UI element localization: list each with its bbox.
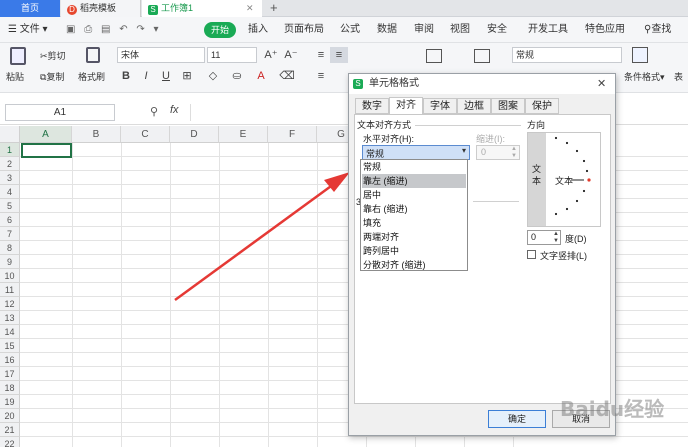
direction-label: 方向 (527, 120, 546, 130)
dialog-tab-5[interactable]: 保护 (525, 98, 559, 114)
indent-spinner[interactable]: 0 ▲ ▼ (476, 145, 520, 160)
wps-spreadsheet-window: 首页 D 稻壳模板 S 工作簿1 ✕ + ☰ 文件 ▾ ▣ ⎙ ▤ ↶ ↷ ▾ 开始 … (0, 0, 688, 447)
horizontal-align-dropdown: 常规 靠左 (缩进) 居中 靠右 (缩进) 填充 两端对齐 跨列居中 分散对齐 (缩进) (360, 159, 468, 271)
horizontal-align-label: 水平对齐(H): (363, 134, 414, 144)
degrees-value: 0 (531, 232, 537, 242)
orientation-text: 文本 (555, 176, 574, 186)
indent-label: 缩进(I): (476, 134, 505, 144)
dialog-title: 单元格格式 (369, 78, 419, 89)
dialog-title-bar: S 单元格格式 ✕ (349, 74, 615, 94)
dropdown-option[interactable]: 两端对齐 (362, 230, 466, 244)
dropdown-option[interactable]: 靠左 (缩进) (362, 174, 466, 188)
ok-button[interactable]: 确定 (488, 410, 546, 428)
vertical-text-label: 文本 (532, 164, 542, 186)
vertical-stack-label: 文字竖排(L) (540, 251, 587, 261)
dropdown-option[interactable]: 跨列居中 (362, 244, 466, 258)
dropdown-option[interactable]: 靠右 (缩进) (362, 202, 466, 216)
dialog-app-icon: S (353, 79, 363, 89)
dialog-tab-1[interactable]: 对齐 (389, 97, 423, 115)
section-divider (415, 125, 521, 126)
section-divider-2 (473, 201, 519, 202)
dialog-close-icon[interactable]: ✕ (597, 74, 606, 94)
dialog-tab-3[interactable]: 边框 (457, 98, 491, 114)
dropdown-option[interactable]: 填充 (362, 216, 466, 230)
dialog-tab-4[interactable]: 图案 (491, 98, 525, 114)
spinner-arrows-icon: ▲ ▼ (553, 231, 559, 244)
baidu-watermark: Baidu经验 (560, 397, 665, 421)
degrees-label: 度(D) (565, 234, 587, 244)
degrees-spinner[interactable]: 0 ▲ ▼ (527, 230, 561, 245)
dialog-tab-2[interactable]: 字体 (423, 98, 457, 114)
horizontal-align-select[interactable]: 常规 ▾ (362, 145, 470, 160)
vertical-stack-checkbox[interactable] (527, 250, 536, 259)
dropdown-option[interactable]: 居中 (362, 188, 466, 202)
orientation-box[interactable]: 文本 文本 (527, 132, 601, 227)
vertical-text-button[interactable]: 文本 (528, 133, 546, 226)
dropdown-option[interactable]: 分散对齐 (缩进) (362, 258, 466, 272)
chevron-down-icon: ▾ (461, 146, 466, 155)
spinner-arrows-icon: ▲ ▼ (511, 146, 517, 159)
dropdown-option[interactable]: 常规 (362, 160, 466, 174)
indent-value: 0 (481, 147, 487, 157)
text-align-section-label: 文本对齐方式 (357, 120, 412, 130)
dialog-tab-0[interactable]: 数字 (355, 98, 389, 114)
